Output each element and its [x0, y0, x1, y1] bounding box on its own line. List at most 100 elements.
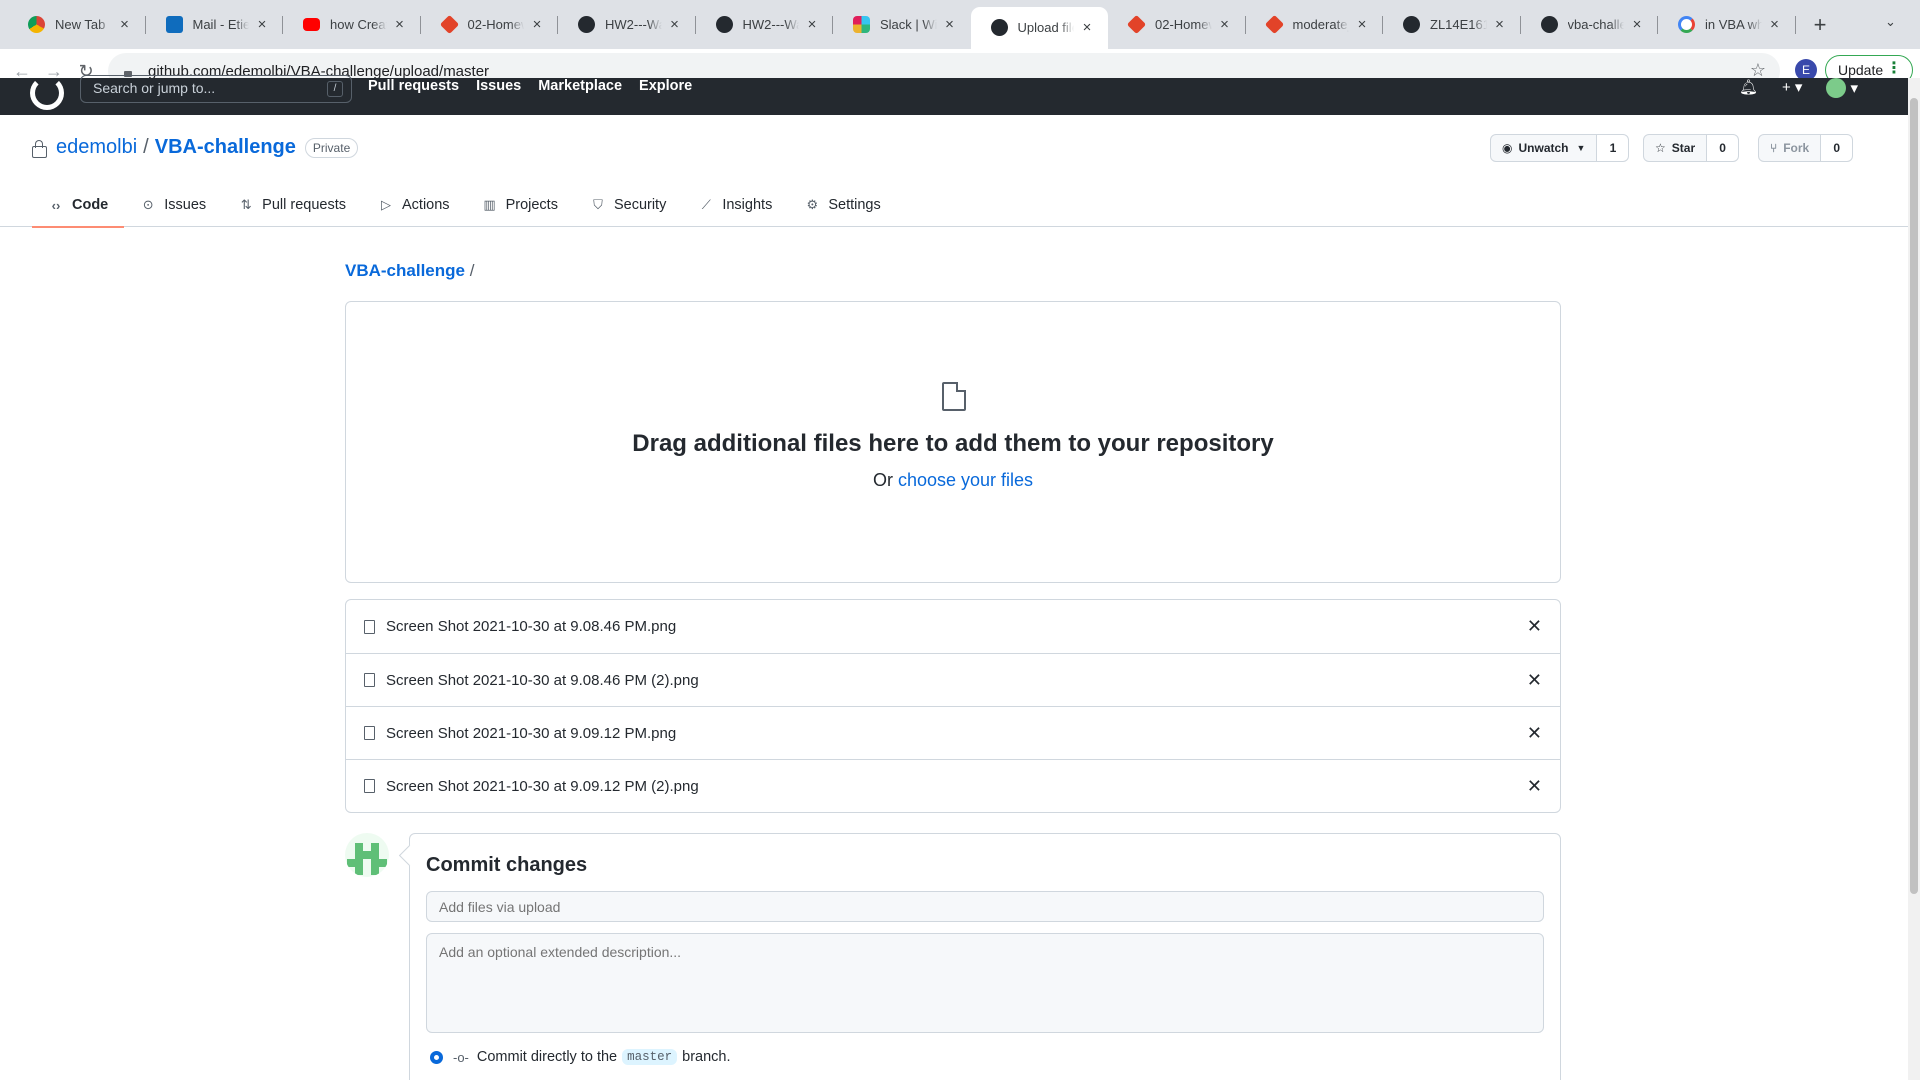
- gh-favicon-icon: [990, 18, 1008, 36]
- remove-file-icon[interactable]: ✕: [1527, 723, 1542, 744]
- global-nav-pull-requests[interactable]: Pull requests: [368, 78, 459, 94]
- issue-icon: ⊙: [142, 197, 154, 212]
- list-item: Screen Shot 2021-10-30 at 9.08.46 PM.png…: [346, 600, 1560, 653]
- fork-icon: ⑂: [1770, 141, 1778, 155]
- browser-tab-title: Slack | Will (: [880, 17, 937, 32]
- file-icon: [364, 673, 375, 687]
- close-tab-icon[interactable]: ×: [528, 16, 546, 33]
- slack-favicon-icon: [853, 16, 870, 33]
- file-drop-zone[interactable]: Drag additional files here to add them t…: [345, 301, 1561, 583]
- repo-name-link[interactable]: VBA-challenge: [155, 136, 296, 159]
- identicon-pixel: [355, 851, 363, 859]
- scrollbar-thumb[interactable]: [1910, 98, 1918, 894]
- browser-tab-title: HW2---WallSt: [605, 17, 662, 32]
- close-tab-icon[interactable]: ×: [666, 16, 684, 33]
- browser-tab[interactable]: HW2---WallSt×: [696, 9, 833, 40]
- user-menu[interactable]: ▾: [1826, 78, 1858, 98]
- identicon-pixel: [355, 867, 363, 875]
- search-input[interactable]: Search or jump to... /: [80, 75, 352, 103]
- fork-button[interactable]: ⑂ Fork: [1758, 134, 1822, 162]
- breadcrumb-repo-link[interactable]: VBA-challenge: [345, 261, 465, 280]
- close-tab-icon[interactable]: ×: [1078, 19, 1096, 36]
- new-tab-button[interactable]: +: [1808, 12, 1832, 38]
- header-actions: 🔔︎ + ▾ ▾: [1739, 78, 1858, 98]
- tab-label: Settings: [828, 197, 881, 213]
- browser-tab[interactable]: ZL14E161110 ×: [1383, 9, 1521, 40]
- commit-section: Commit changes -o- Commit directly to th…: [345, 833, 1561, 1080]
- star-count[interactable]: 0: [1707, 134, 1740, 162]
- close-tab-icon[interactable]: ×: [1491, 16, 1509, 33]
- browser-tab[interactable]: 02-Homework×: [421, 9, 558, 40]
- global-nav-explore[interactable]: Explore: [639, 78, 692, 94]
- tab-search-icon[interactable]: ⌄: [1885, 14, 1896, 30]
- github-logo-icon[interactable]: [30, 76, 64, 110]
- tab-code[interactable]: ‹› Code: [32, 183, 125, 228]
- tab-issues[interactable]: ⊙ Issues: [124, 183, 222, 227]
- watch-count[interactable]: 1: [1597, 134, 1630, 162]
- tab-security[interactable]: ⛉ Security: [574, 183, 682, 227]
- commit-title: Commit changes: [426, 854, 588, 876]
- mail-favicon-icon: [165, 16, 183, 33]
- identicon-pixel: [347, 859, 355, 867]
- browser-tab-title: how Create a: [330, 17, 387, 32]
- commit-description-input[interactable]: [426, 933, 1544, 1033]
- browser-tab[interactable]: Upload files×: [970, 7, 1108, 49]
- browser-tab-title: Mail - Etienne: [192, 17, 250, 32]
- list-item: Screen Shot 2021-10-30 at 9.08.46 PM (2)…: [346, 653, 1560, 706]
- close-tab-icon[interactable]: ×: [803, 16, 821, 33]
- browser-tab[interactable]: in VBA what ×: [1658, 9, 1796, 40]
- browser-tab[interactable]: vba-challenge×: [1521, 9, 1658, 40]
- browser-tab[interactable]: Mail - Etienne×: [146, 9, 283, 40]
- close-tab-icon[interactable]: ×: [253, 16, 271, 33]
- global-nav-issues[interactable]: Issues: [476, 78, 521, 94]
- file-name: Screen Shot 2021-10-30 at 9.08.46 PM.png: [386, 618, 677, 635]
- tab-pull-requests[interactable]: ⇅ Pull requests: [222, 183, 362, 227]
- fork-count[interactable]: 0: [1821, 134, 1854, 162]
- browser-tab[interactable]: 02-Homework×: [1108, 9, 1246, 40]
- shield-icon: ⛉: [593, 197, 603, 212]
- star-label: Star: [1671, 141, 1696, 155]
- browser-tab[interactable]: how Create a ×: [283, 9, 421, 40]
- close-tab-icon[interactable]: ×: [116, 16, 134, 33]
- more-vert-icon: ⋮: [1886, 60, 1902, 77]
- browser-tab-title: 02-Homework: [467, 17, 525, 32]
- star-button[interactable]: ☆ Star: [1643, 134, 1708, 162]
- uploaded-file-list: Screen Shot 2021-10-30 at 9.08.46 PM.png…: [345, 599, 1561, 813]
- browser-tab[interactable]: moderate_sol×: [1246, 9, 1383, 40]
- browser-tab-title: HW2---WallSt: [742, 17, 800, 32]
- browser-tab-title: ZL14E161110: [1430, 17, 1487, 32]
- repo-header: edemolbi / VBA-challenge Private ◉ Unwat…: [0, 115, 1908, 228]
- branch-suffix: branch.: [682, 1049, 731, 1065]
- global-nav-marketplace[interactable]: Marketplace: [538, 78, 622, 94]
- unwatch-button[interactable]: ◉ Unwatch ▼: [1490, 134, 1598, 162]
- remove-file-icon[interactable]: ✕: [1527, 616, 1542, 637]
- plus-dropdown-icon[interactable]: + ▾: [1782, 78, 1802, 98]
- close-tab-icon[interactable]: ×: [391, 16, 409, 33]
- close-tab-icon[interactable]: ×: [1216, 16, 1234, 33]
- browser-tab[interactable]: HW2---WallSt ×: [558, 9, 696, 40]
- pull-request-icon: ⇅: [240, 197, 252, 212]
- eye-icon: ◉: [1502, 141, 1513, 155]
- commit-summary-input[interactable]: [426, 891, 1544, 922]
- gl-favicon-icon: [1264, 14, 1284, 35]
- tab-projects[interactable]: ▥ Projects: [466, 183, 574, 227]
- breadcrumb: VBA-challenge /: [345, 261, 474, 281]
- browser-tab[interactable]: Slack | Will ( ×: [833, 9, 971, 40]
- remove-file-icon[interactable]: ✕: [1527, 776, 1542, 797]
- star-button-group: ☆ Star 0: [1643, 134, 1740, 162]
- tab-insights[interactable]: ⟋ Insights: [682, 183, 788, 227]
- browser-tab[interactable]: New Tab ×: [8, 9, 146, 40]
- close-tab-icon[interactable]: ×: [941, 16, 959, 33]
- tab-actions[interactable]: ▷ Actions: [362, 183, 466, 227]
- choose-files-link[interactable]: choose your files: [898, 470, 1033, 490]
- close-tab-icon[interactable]: ×: [1766, 16, 1784, 33]
- close-tab-icon[interactable]: ×: [1353, 16, 1371, 33]
- remove-file-icon[interactable]: ✕: [1527, 670, 1542, 691]
- tab-settings[interactable]: ⚙ Settings: [788, 183, 896, 227]
- graph-icon: ⟋: [701, 197, 711, 212]
- bell-icon[interactable]: 🔔︎: [1739, 78, 1758, 98]
- repo-owner-link[interactable]: edemolbi: [56, 136, 137, 159]
- commit-direct-radio[interactable]: [430, 1050, 443, 1064]
- yt-favicon-icon: [303, 18, 320, 31]
- close-tab-icon[interactable]: ×: [1628, 16, 1646, 33]
